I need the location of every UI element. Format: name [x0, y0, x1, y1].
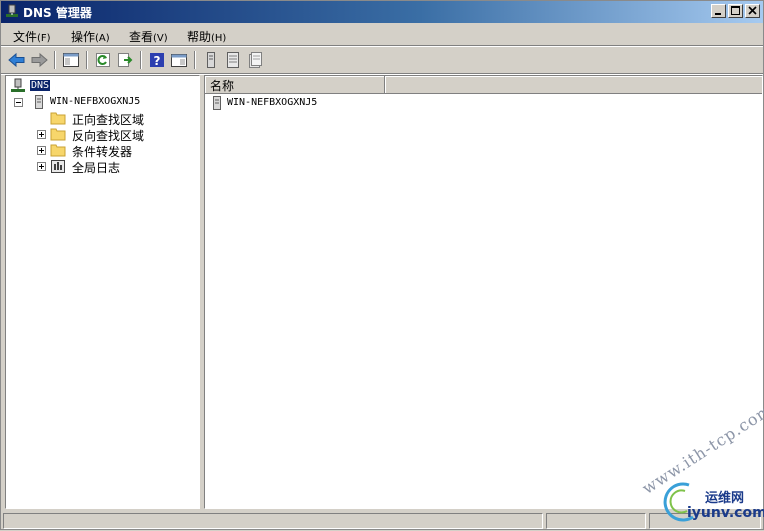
status-panel-secondary — [546, 513, 646, 529]
refresh-icon[interactable] — [93, 50, 113, 70]
tree-label-dns: DNS — [30, 80, 51, 91]
list-view-icon[interactable] — [223, 50, 243, 70]
tree-node-conditional-forwarders[interactable]: 条件转发器 — [10, 142, 190, 159]
status-panel-main — [3, 513, 543, 529]
list-item-label: WIN-NEFBXOGXNJ5 — [227, 97, 318, 108]
column-header-name[interactable]: 名称 — [205, 76, 385, 93]
toolbar: ? — [1, 47, 763, 73]
list-header: 名称 — [205, 76, 762, 94]
export-list-icon[interactable] — [115, 50, 135, 70]
dns-app-icon — [5, 4, 19, 19]
menu-view[interactable]: 查看(V) — [129, 28, 168, 45]
toolbar-separator — [140, 51, 142, 69]
forward-icon[interactable] — [29, 50, 49, 70]
menu-file[interactable]: 文件(F) — [13, 28, 51, 45]
status-panel-tertiary — [649, 513, 761, 529]
menu-help[interactable]: 帮助(H) — [187, 28, 226, 45]
tree-label-global-logs: 全局日志 — [72, 161, 121, 175]
toolbar-separator — [194, 51, 196, 69]
collapse-icon[interactable] — [14, 98, 23, 107]
expand-icon[interactable] — [37, 130, 46, 139]
menu-action[interactable]: 操作(A) — [71, 28, 110, 45]
results-pane[interactable]: 名称 WIN-NEFBXOGXNJ5 — [204, 75, 763, 509]
expand-icon[interactable] — [37, 162, 46, 171]
tree-node-reverse-zones[interactable]: 反向查找区域 — [10, 126, 190, 143]
tree-node-server[interactable]: WIN-NEFBXOGXNJ5 — [10, 94, 190, 110]
tree-label-server: WIN-NEFBXOGXNJ5 — [50, 96, 141, 107]
server-icon — [211, 95, 223, 114]
event-log-icon — [50, 158, 66, 177]
tree-node-dns-root[interactable]: DNS — [10, 78, 190, 94]
minimize-button[interactable] — [711, 4, 726, 18]
tree-node-forward-zones[interactable]: 正向查找区域 — [10, 110, 190, 127]
help-icon[interactable]: ? — [147, 50, 167, 70]
window-title: DNS 管理器 — [23, 6, 92, 20]
title-bar: DNS 管理器 — [1, 1, 763, 23]
console-tree-icon[interactable] — [61, 50, 81, 70]
server-icon[interactable] — [201, 50, 221, 70]
maximize-button[interactable] — [728, 4, 743, 18]
show-pane-icon[interactable] — [169, 50, 189, 70]
toolbar-separator — [86, 51, 88, 69]
tree-node-global-logs[interactable]: 全局日志 — [10, 158, 190, 177]
status-bar — [1, 511, 763, 530]
dns-manager-window: DNS 管理器 文件(F) 操作(A) 查看(V) 帮助(H) ? DNS WI… — [0, 0, 764, 530]
close-button[interactable] — [745, 4, 760, 18]
back-icon[interactable] — [7, 50, 27, 70]
properties-icon[interactable] — [245, 50, 265, 70]
svg-text:?: ? — [154, 54, 161, 68]
toolbar-separator — [54, 51, 56, 69]
expand-icon[interactable] — [37, 146, 46, 155]
column-header-empty[interactable] — [385, 76, 762, 93]
menu-bar: 文件(F) 操作(A) 查看(V) 帮助(H) — [1, 24, 763, 46]
console-tree-pane[interactable]: DNS WIN-NEFBXOGXNJ5 正向查找区域 反向查找区域 条件转发器 … — [5, 75, 200, 509]
